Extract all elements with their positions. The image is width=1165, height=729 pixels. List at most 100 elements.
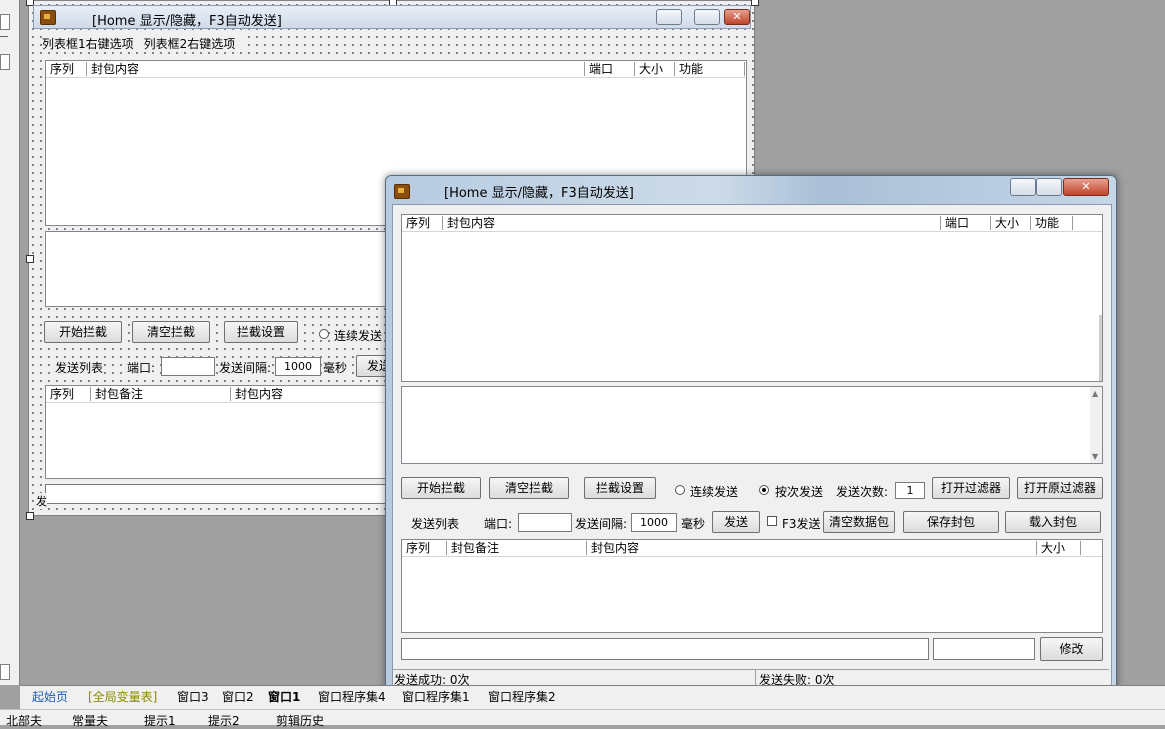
content-input[interactable] — [933, 638, 1035, 660]
close-icon[interactable]: ✕ — [724, 9, 750, 25]
list1-header: 序列 封包内容 端口 大小 功能 — [402, 215, 1102, 232]
strip-marker — [0, 14, 10, 30]
col-header[interactable]: 封包内容 — [587, 541, 1037, 555]
f3-send-label: F3发送 — [782, 517, 821, 531]
tab-start-page[interactable]: 起始页 — [22, 688, 78, 706]
design-port-label: 端口: — [127, 359, 156, 376]
minimize-icon[interactable] — [1010, 178, 1036, 196]
detail-scrollbar[interactable]: ▲ ▼ — [1090, 387, 1102, 463]
editor-tab-strip: 起始页 [全局变量表] 窗口3 窗口2 窗口1 窗口程序集4 窗口程序集1 窗口… — [20, 685, 1165, 709]
col-header[interactable]: 功能 — [1031, 216, 1073, 230]
bottom-tab[interactable]: 提示1 — [144, 712, 176, 729]
col-header[interactable]: 封包备注 — [91, 387, 231, 401]
strip-divider — [0, 36, 8, 37]
design-radio-continuous-label: 连续发送 — [334, 327, 383, 344]
resize-handle[interactable] — [26, 512, 34, 520]
close-icon[interactable]: ✕ — [1063, 178, 1109, 196]
clear-data-button[interactable]: 清空数据包 — [823, 511, 895, 533]
col-header[interactable]: 序列 — [46, 387, 91, 401]
load-packet-button[interactable]: 载入封包 — [1005, 511, 1101, 533]
main-window-title: [Home 显示/隐藏，F3自动发送] — [444, 186, 634, 201]
capture-settings-button[interactable]: 拦截设置 — [584, 477, 656, 499]
scrollbar[interactable] — [1099, 315, 1102, 381]
packet-list[interactable]: 序列 封包内容 端口 大小 功能 — [401, 214, 1103, 382]
menu-item-list2[interactable]: 列表框2右键选项 — [144, 37, 236, 51]
minimize-icon[interactable] — [656, 9, 682, 25]
main-client-area: 序列 封包内容 端口 大小 功能 ▲ ▼ 开始拦截 清空拦截 拦截设置 连续发送… — [392, 204, 1112, 688]
strip-marker — [0, 54, 10, 70]
menu-item-list1[interactable]: 列表框1右键选项 — [42, 37, 134, 51]
maximize-icon[interactable] — [1036, 178, 1062, 196]
scroll-up-icon[interactable]: ▲ — [1092, 389, 1098, 398]
bottom-tab[interactable]: 提示2 — [208, 712, 240, 729]
design-send-list-label: 发送列表 — [55, 359, 104, 376]
send-count-label: 发送次数: — [836, 485, 889, 499]
design-interval-input[interactable]: 1000 — [275, 357, 321, 376]
design-settings-button[interactable]: 拦截设置 — [224, 321, 298, 343]
design-list1-header: 序列 封包内容 端口 大小 功能 — [46, 61, 746, 78]
col-header[interactable]: 序列 — [46, 62, 87, 76]
tab-global-vars[interactable]: [全局变量表] — [78, 688, 167, 706]
note-input[interactable] — [401, 638, 929, 660]
design-radio-continuous[interactable] — [319, 329, 329, 339]
main-window: [Home 显示/隐藏，F3自动发送] ✕ 序列 封包内容 端口 大小 功能 ▲… — [385, 175, 1117, 692]
col-header[interactable]: 序列 — [402, 216, 443, 230]
bottom-tab[interactable]: 常量夫 — [72, 712, 108, 729]
strip-marker — [0, 664, 10, 680]
status-bar: 发送成功: 0次 发送失败: 0次 — [393, 669, 1109, 687]
f3-send-checkbox[interactable] — [767, 516, 777, 526]
design-clear-button[interactable]: 清空拦截 — [132, 321, 210, 343]
open-raw-filter-button[interactable]: 打开原过滤器 — [1017, 477, 1103, 499]
send-list-label: 发送列表 — [411, 517, 460, 531]
start-capture-button[interactable]: 开始拦截 — [401, 477, 481, 499]
modify-button[interactable]: 修改 — [1040, 637, 1103, 661]
status-divider — [755, 670, 756, 686]
tab-assembly2[interactable]: 窗口程序集2 — [478, 688, 566, 706]
design-port-input[interactable] — [161, 357, 215, 376]
list2-header: 序列 封包备注 封包内容 大小 — [402, 540, 1102, 557]
design-menubar: 列表框1右键选项 列表框2右键选项 — [42, 35, 246, 52]
radio-continuous-label: 连续发送 — [690, 485, 739, 499]
open-filter-button[interactable]: 打开过滤器 — [932, 477, 1010, 499]
design-titlebar[interactable]: [Home 显示/隐藏，F3自动发送] ✕ — [33, 5, 751, 29]
col-header[interactable]: 大小 — [635, 62, 675, 76]
design-start-button[interactable]: 开始拦截 — [44, 321, 122, 343]
bottom-tab[interactable]: 剪辑历史 — [276, 712, 324, 729]
resize-handle[interactable] — [26, 255, 34, 263]
tab-window1[interactable]: 窗口1 — [258, 688, 310, 706]
col-header[interactable]: 大小 — [1037, 541, 1081, 555]
interval-label: 发送间隔: — [575, 517, 628, 531]
col-header[interactable]: 封包内容 — [87, 62, 585, 76]
col-header[interactable]: 封包备注 — [447, 541, 587, 555]
radio-by-count-label: 按次发送 — [775, 485, 824, 499]
bottom-tab[interactable]: 北部夫 — [6, 712, 42, 729]
col-header[interactable]: 端口 — [585, 62, 635, 76]
send-button[interactable]: 发送 — [712, 511, 760, 533]
interval-input[interactable]: 1000 — [631, 513, 677, 532]
bottom-panel-bar: 北部夫 常量夫 提示1 提示2 剪辑历史 — [0, 709, 1165, 728]
radio-by-count[interactable] — [759, 485, 769, 495]
tab-window3[interactable]: 窗口3 — [167, 688, 219, 706]
col-header[interactable]: 封包内容 — [443, 216, 941, 230]
radio-continuous[interactable] — [675, 485, 685, 495]
send-list[interactable]: 序列 封包备注 封包内容 大小 — [401, 539, 1103, 633]
col-header[interactable]: 大小 — [991, 216, 1031, 230]
design-window-title: [Home 显示/隐藏，F3自动发送] — [92, 14, 282, 29]
col-header[interactable]: 功能 — [675, 62, 745, 76]
scroll-down-icon[interactable]: ▼ — [1092, 452, 1098, 461]
resize-handle[interactable] — [751, 0, 759, 6]
port-input[interactable] — [518, 513, 572, 532]
design-status-label: 发 — [36, 493, 47, 509]
col-header[interactable]: 序列 — [402, 541, 447, 555]
maximize-icon[interactable] — [694, 9, 720, 25]
packet-detail[interactable]: ▲ ▼ — [401, 386, 1103, 464]
save-packet-button[interactable]: 保存封包 — [903, 511, 999, 533]
clear-capture-button[interactable]: 清空拦截 — [489, 477, 569, 499]
app-icon — [394, 184, 410, 199]
tab-assembly1[interactable]: 窗口程序集1 — [392, 688, 480, 706]
col-header[interactable]: 端口 — [941, 216, 991, 230]
tab-assembly4[interactable]: 窗口程序集4 — [308, 688, 396, 706]
send-count-input[interactable]: 1 — [895, 482, 925, 499]
tab-window2[interactable]: 窗口2 — [212, 688, 264, 706]
app-icon — [40, 10, 56, 25]
